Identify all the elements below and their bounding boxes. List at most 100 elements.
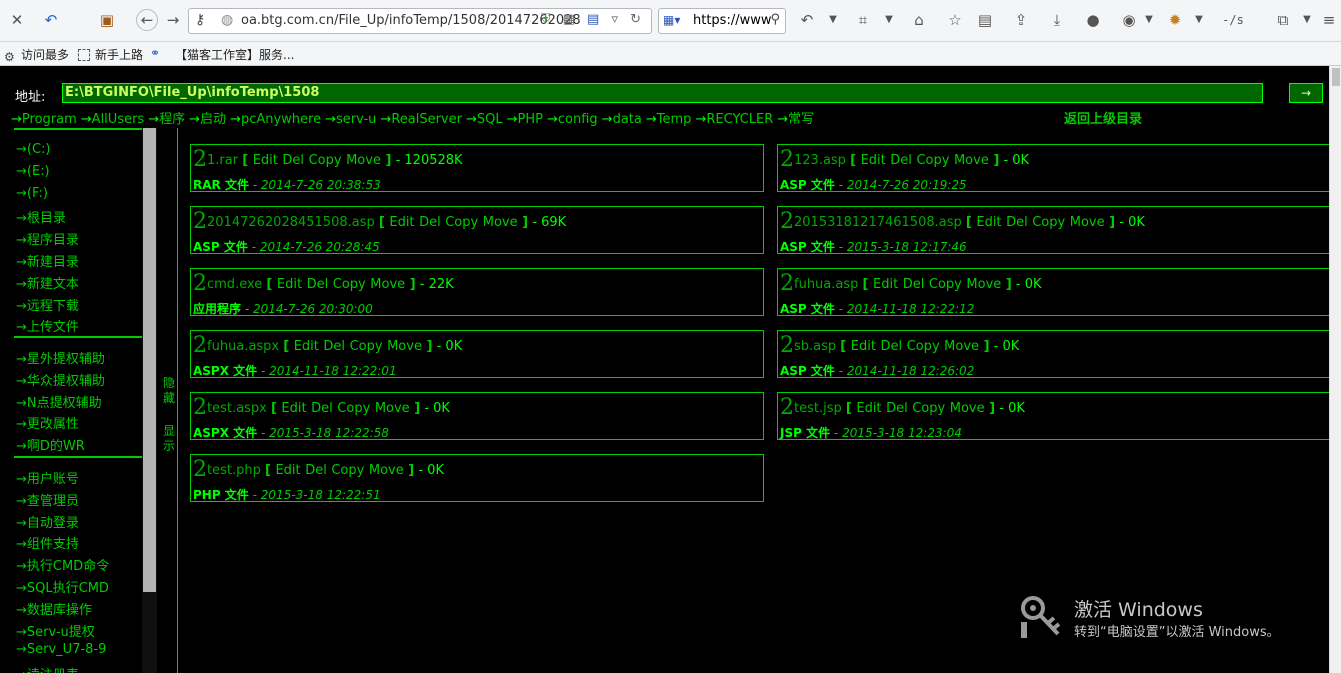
sidebar-item[interactable]: →根目录 xyxy=(16,207,66,226)
quicklink[interactable]: →RECYCLER xyxy=(695,112,773,127)
go-button[interactable]: → xyxy=(1289,83,1323,103)
firebug-icon[interactable]: ✹ xyxy=(1164,9,1186,31)
sidebar-item[interactable]: →N点提权辅助 xyxy=(16,392,102,411)
sidebar-item[interactable]: →SQL执行CMD xyxy=(16,577,109,596)
delete-link[interactable]: Del xyxy=(305,463,327,478)
sidebar-item[interactable]: →自动登录 xyxy=(16,512,79,531)
file-name-link[interactable]: cmd.exe xyxy=(207,277,262,292)
link-icon[interactable]: ⚭ xyxy=(150,46,160,60)
edit-link[interactable]: Edit xyxy=(873,277,898,292)
file-name-link[interactable]: fuhua.aspx xyxy=(207,339,279,354)
download-icon[interactable]: ⤓ xyxy=(1046,9,1068,31)
sidebar-item[interactable]: →星外提权辅助 xyxy=(16,348,105,367)
bookmark-maoke[interactable]: 【猫客工作室】服务... xyxy=(175,46,294,63)
sidebar-item[interactable]: →远程下载 xyxy=(16,295,79,314)
copy-link[interactable]: Copy xyxy=(350,339,383,354)
sidebar-item[interactable]: →(E:) xyxy=(16,164,50,179)
copy-link[interactable]: Copy xyxy=(907,339,940,354)
firebug-dropdown-icon[interactable]: ▼ xyxy=(1188,9,1210,31)
quicklink[interactable]: →Temp xyxy=(646,112,692,127)
quicklink[interactable]: →AllUsers xyxy=(81,112,144,127)
move-link[interactable]: Move xyxy=(966,277,1001,292)
page-scrollbar[interactable] xyxy=(1329,66,1341,673)
quicklink[interactable]: →serv-u xyxy=(325,112,376,127)
quicklink[interactable]: →config xyxy=(547,112,598,127)
star-icon[interactable]: ☆ xyxy=(944,9,966,31)
edit-link[interactable]: Edit xyxy=(389,215,414,230)
sidebar-item[interactable]: →更改属性 xyxy=(16,413,79,432)
close-tab-icon[interactable]: ✕ xyxy=(6,9,28,31)
page-scrollbar-thumb[interactable] xyxy=(1332,68,1340,86)
copy-link[interactable]: Copy xyxy=(916,153,949,168)
file-name-link[interactable]: 20147262028451508.asp xyxy=(207,215,375,230)
quicklink[interactable]: →启动 xyxy=(189,112,226,127)
bookmark-getting-started[interactable]: 新手上路 xyxy=(78,46,143,63)
undo-dropdown-icon[interactable]: ▼ xyxy=(822,9,844,31)
quicklink[interactable]: →pcAnywhere xyxy=(230,112,321,127)
quicklink[interactable]: →常写 xyxy=(777,112,814,127)
undo-icon[interactable]: ↶ xyxy=(796,9,818,31)
edit-link[interactable]: Edit xyxy=(253,153,278,168)
sidebar-item[interactable]: →组件支持 xyxy=(16,533,79,552)
copy-link[interactable]: Copy xyxy=(1032,215,1065,230)
edit-link[interactable]: Edit xyxy=(281,401,306,416)
parent-dir-link[interactable]: 返回上级目录 xyxy=(1064,108,1142,127)
forward-icon[interactable]: → xyxy=(162,9,184,31)
file-name-link[interactable]: fuhua.asp xyxy=(794,277,858,292)
sidebar-item[interactable]: →上传文件 xyxy=(16,316,79,335)
delete-link[interactable]: Del xyxy=(323,339,345,354)
search-engine-icon[interactable]: ▦▾ xyxy=(663,13,680,27)
hide-sidebar-link[interactable]: 隐藏 xyxy=(162,376,176,406)
quicklink[interactable]: →RealServer xyxy=(380,112,462,127)
address-input[interactable]: E:\BTGINFO\File_Up\infoTemp\1508 xyxy=(62,83,1263,103)
copy-link[interactable]: Copy xyxy=(333,277,366,292)
sidebar-item[interactable]: →查管理员 xyxy=(16,490,79,509)
show-sidebar-link[interactable]: 显示 xyxy=(162,424,176,454)
url-text[interactable]: oa.btg.com.cn/File_Up/infoTemp/1508/2014… xyxy=(241,13,581,28)
sidebar-item[interactable]: →Serv_U7-8-9 xyxy=(16,642,106,657)
sidebar-item[interactable]: →新建目录 xyxy=(16,251,79,270)
move-link[interactable]: Move xyxy=(954,153,989,168)
move-link[interactable]: Move xyxy=(950,401,985,416)
file-name-link[interactable]: 1.rar xyxy=(207,153,238,168)
edit-link[interactable]: Edit xyxy=(976,215,1001,230)
sidebar-item[interactable]: →华众提权辅助 xyxy=(16,370,105,389)
quicklink[interactable]: →Program xyxy=(11,112,77,127)
copy-link[interactable]: Copy xyxy=(331,463,364,478)
sidebar-item[interactable]: →程序目录 xyxy=(16,229,79,248)
copy-link[interactable]: Copy xyxy=(912,401,945,416)
file-name-link[interactable]: sb.asp xyxy=(794,339,836,354)
quicklink[interactable]: →data xyxy=(602,112,642,127)
delete-link[interactable]: Del xyxy=(1006,215,1028,230)
file-name-link[interactable]: 20153181217461508.asp xyxy=(794,215,962,230)
file-name-link[interactable]: test.php xyxy=(207,463,261,478)
move-link[interactable]: Move xyxy=(387,339,422,354)
quicklink[interactable]: →程序 xyxy=(148,112,185,127)
url-action-icons[interactable]: ⛨ ▦ ▤ ▿ ↻ xyxy=(541,12,645,27)
move-link[interactable]: Move xyxy=(369,463,404,478)
sidebar-item[interactable]: →(C:) xyxy=(16,142,51,157)
crop-dropdown-icon[interactable]: ▼ xyxy=(878,9,900,31)
cast-icon[interactable]: ⧉ xyxy=(1272,9,1294,31)
edit-link[interactable]: Edit xyxy=(277,277,302,292)
sidebar-item[interactable]: →新建文本 xyxy=(16,273,79,292)
delete-link[interactable]: Del xyxy=(903,277,925,292)
edit-link[interactable]: Edit xyxy=(294,339,319,354)
search-icon[interactable]: ⚲ xyxy=(770,12,780,27)
share-icon[interactable]: ⇪ xyxy=(1010,9,1032,31)
sidebar-item[interactable]: →读注册表 xyxy=(16,664,79,673)
edit-link[interactable]: Edit xyxy=(861,153,886,168)
menu-icon[interactable]: ≡ xyxy=(1318,9,1340,31)
search-input[interactable]: https://www xyxy=(693,13,772,28)
globe-icon[interactable]: ◉ xyxy=(1118,9,1140,31)
url-bar[interactable]: ⚷ ◍ oa.btg.com.cn/File_Up/infoTemp/1508/… xyxy=(188,8,652,34)
file-name-link[interactable]: 123.asp xyxy=(794,153,846,168)
move-link[interactable]: Move xyxy=(483,215,518,230)
file-name-link[interactable]: test.jsp xyxy=(794,401,842,416)
move-link[interactable]: Move xyxy=(346,153,381,168)
cast-dropdown-icon[interactable]: ▼ xyxy=(1296,9,1318,31)
sidebar-item[interactable]: →啊D的WR xyxy=(16,435,85,454)
reader-icon[interactable]: ▤ xyxy=(974,9,996,31)
delete-link[interactable]: Del xyxy=(881,339,903,354)
search-bar[interactable]: ▦▾ https://www ⚲ xyxy=(658,8,786,34)
